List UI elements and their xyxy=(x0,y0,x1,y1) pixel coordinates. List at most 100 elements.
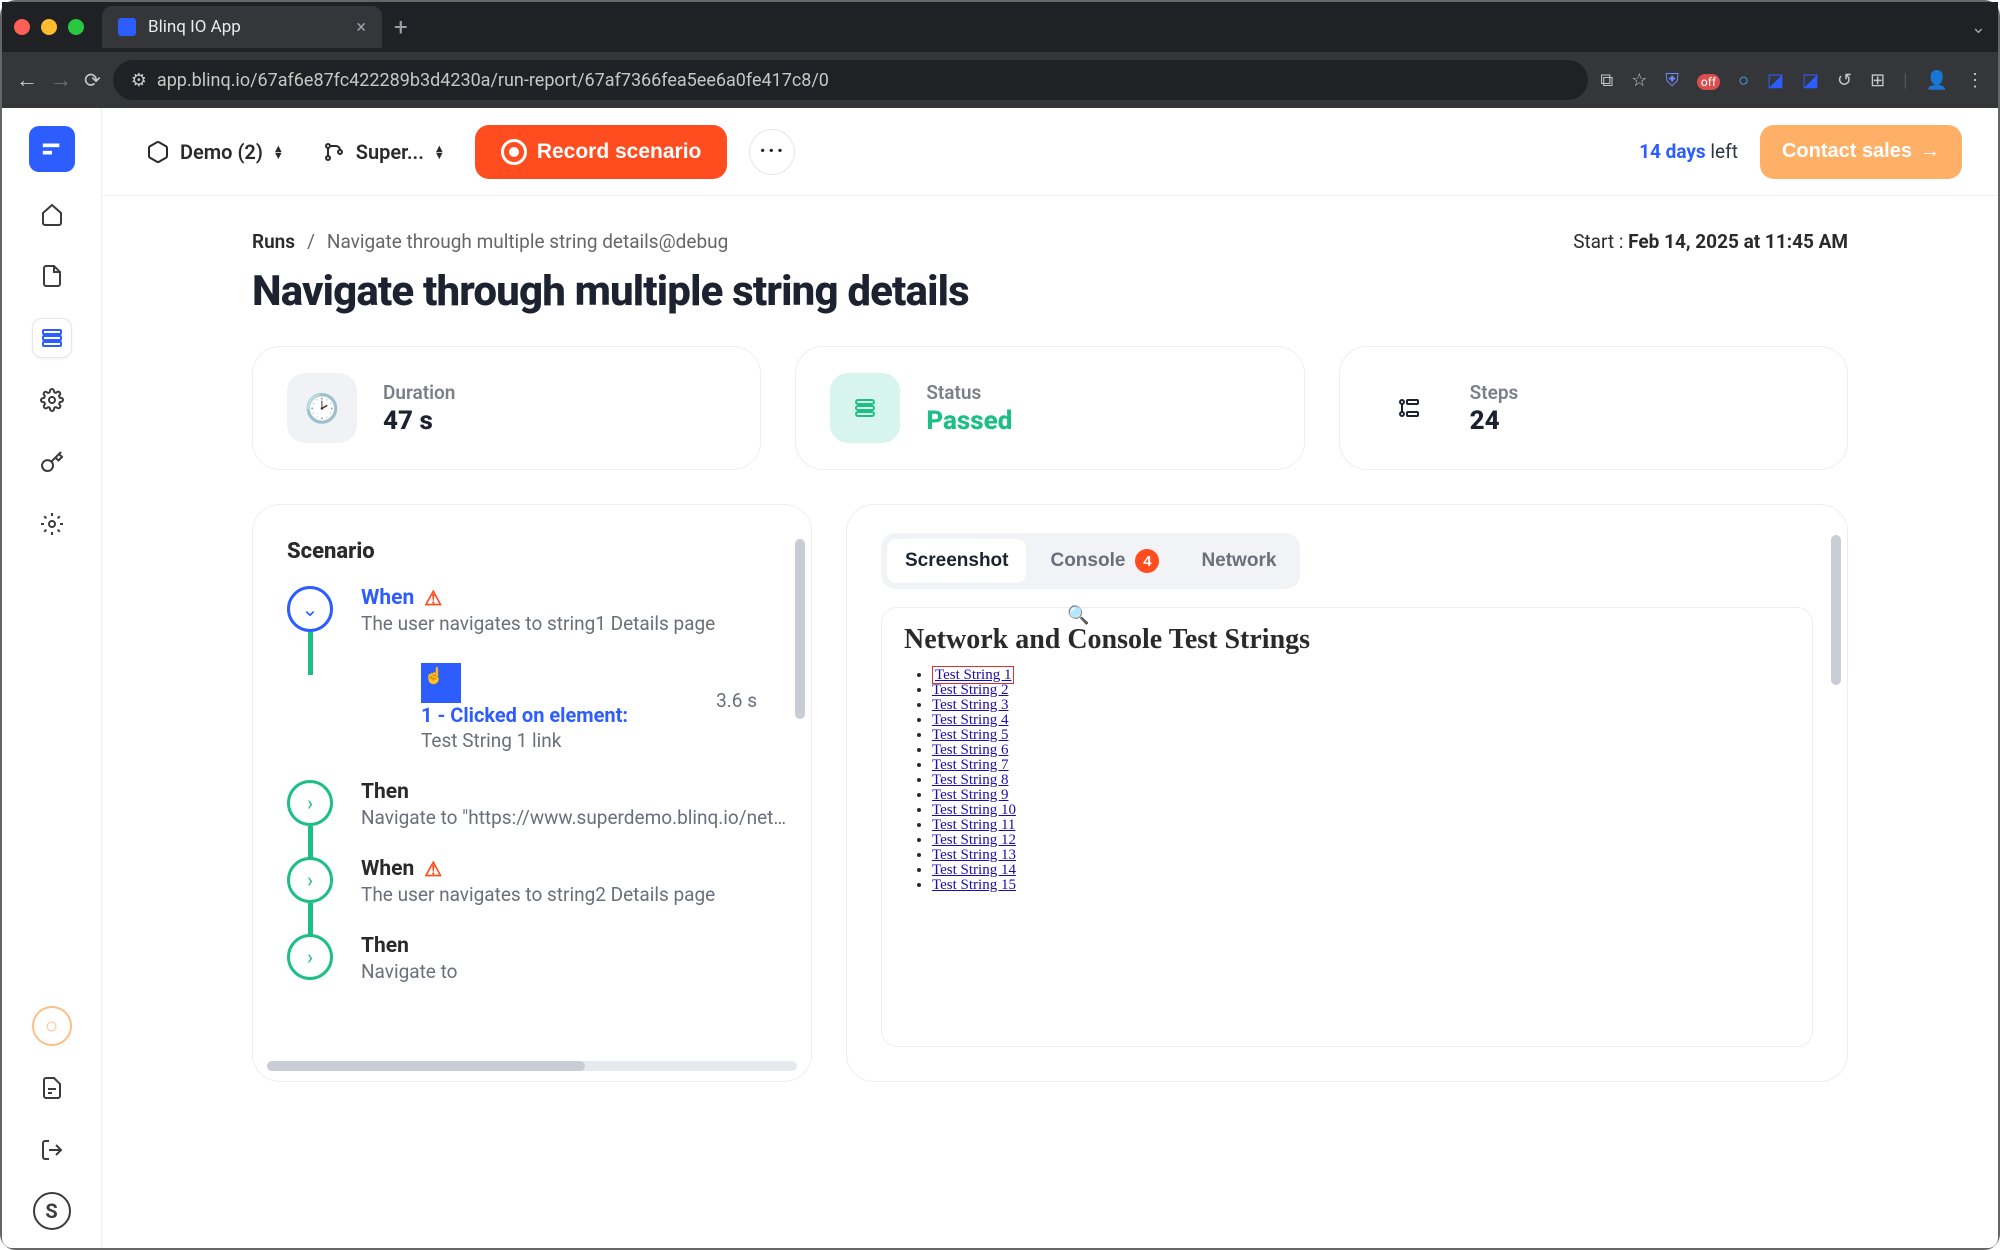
chevron-icon[interactable]: › xyxy=(287,780,333,826)
shot-link: Test String 3 xyxy=(932,697,1008,713)
page-title: Navigate through multiple string details xyxy=(252,267,1848,316)
step-desc: Navigate to "https://www.superdemo.blinq… xyxy=(361,806,797,829)
nav-settings-icon[interactable] xyxy=(32,380,72,420)
shot-link-item: Test String 8 xyxy=(932,773,1790,788)
arrow-right-icon: → xyxy=(1920,140,1940,163)
nav-docs-icon[interactable] xyxy=(32,1068,72,1108)
cube-icon xyxy=(146,140,170,164)
browser-tab[interactable]: Blinq IO App × xyxy=(102,6,382,48)
browser-toolbar: ← → ⟳ ⚙ app.blinq.io/67af6e87fc422289b3d… xyxy=(2,52,1998,108)
step-keyword: Then xyxy=(361,934,409,958)
new-tab-button[interactable]: + xyxy=(394,13,408,41)
scrollbar-vertical[interactable] xyxy=(1831,535,1841,685)
extensions-icon[interactable]: ⊞ xyxy=(1870,70,1885,91)
close-window-icon[interactable] xyxy=(14,19,30,35)
trial-status: 14 days left xyxy=(1639,140,1738,163)
scenario-heading: Scenario xyxy=(287,539,797,564)
shot-link: Test String 7 xyxy=(932,757,1008,773)
reload-button[interactable]: ⟳ xyxy=(84,68,101,92)
project-dropdown[interactable]: Demo (2) ▲▼ xyxy=(138,127,292,177)
nav-gear-icon[interactable] xyxy=(32,504,72,544)
shot-link-item: Test String 7 xyxy=(932,758,1790,773)
maximize-window-icon[interactable] xyxy=(68,19,84,35)
menu-icon[interactable]: ⋮ xyxy=(1966,70,1984,91)
step-when-1[interactable]: ⌄ When ⚠ The user navigates to string1 D… xyxy=(287,586,797,635)
card-label: Steps xyxy=(1470,381,1519,404)
bookmark-icon[interactable]: ☆ xyxy=(1631,70,1647,91)
crumb-runs[interactable]: Runs xyxy=(252,230,295,253)
shot-link-item: Test String 4 xyxy=(932,713,1790,728)
action-duration: 3.6 s xyxy=(716,689,757,712)
nav-tests[interactable] xyxy=(32,256,72,296)
tab-screenshot[interactable]: Screenshot xyxy=(887,539,1026,583)
toolbar-right-icons: ⧉ ☆ ⛨ off ○ ◪ ◪ ↺ ⊞ | 👤 ⋮ xyxy=(1600,70,1984,91)
scrollbar-horizontal[interactable] xyxy=(267,1061,797,1071)
warning-icon: ⚠ xyxy=(424,857,442,881)
tab-title: Blinq IO App xyxy=(148,17,241,37)
minimize-window-icon[interactable] xyxy=(41,19,57,35)
forward-button[interactable]: → xyxy=(50,67,72,93)
app-logo[interactable] xyxy=(29,126,75,172)
install-app-icon[interactable]: ⧉ xyxy=(1600,70,1613,91)
step-keyword: When ⚠ xyxy=(361,586,442,610)
nav-logout-icon[interactable] xyxy=(32,1130,72,1170)
flow-icon xyxy=(830,373,900,443)
contact-label: Contact sales xyxy=(1782,140,1912,163)
history-icon[interactable]: ↺ xyxy=(1837,70,1852,91)
zoom-icon[interactable]: 🔍 xyxy=(1067,605,1089,626)
step-then-1[interactable]: › Then Navigate to "https://www.superdem… xyxy=(287,780,797,829)
step-when-2[interactable]: › When ⚠ The user navigates to string2 D… xyxy=(287,857,797,906)
chevron-icon[interactable]: › xyxy=(287,934,333,980)
profile-icon[interactable]: 👤 xyxy=(1926,70,1948,91)
nav-keys-icon[interactable] xyxy=(32,442,72,482)
action-row[interactable]: ☝ 1 - Clicked on element: Test String 1 … xyxy=(287,663,797,752)
expand-icon[interactable]: ⌄ xyxy=(287,586,333,632)
site-info-icon[interactable]: ⚙ xyxy=(131,70,147,91)
shot-link-item: Test String 10 xyxy=(932,803,1790,818)
shot-link: Test String 10 xyxy=(932,802,1016,818)
nav-runs[interactable] xyxy=(32,318,72,358)
tab-overflow-icon[interactable]: ⌄ xyxy=(1971,17,1986,38)
env-dropdown[interactable]: Super... ▲▼ xyxy=(314,127,453,177)
crumb-sep: / xyxy=(307,230,315,253)
shot-link-item: Test String 9 xyxy=(932,788,1790,803)
browser-tabstrip: Blinq IO App × + ⌄ xyxy=(2,2,1998,52)
click-action-icon: ☝ xyxy=(421,663,461,703)
screenshot-panel: Screenshot Console 4 Network 🔍 Network a… xyxy=(846,504,1848,1082)
side-nav: ○ S xyxy=(2,108,102,1248)
action-target: Test String 1 link xyxy=(421,729,797,752)
branch-icon xyxy=(322,140,346,164)
shot-link: Test String 13 xyxy=(932,847,1016,863)
address-bar[interactable]: ⚙ app.blinq.io/67af6e87fc422289b3d4230a/… xyxy=(113,60,1589,100)
record-button[interactable]: Record scenario xyxy=(475,125,728,179)
tab-console[interactable]: Console 4 xyxy=(1032,539,1177,583)
shot-link-item: Test String 12 xyxy=(932,833,1790,848)
nav-home[interactable] xyxy=(32,194,72,234)
step-then-2[interactable]: › Then Navigate to xyxy=(287,934,797,983)
card-steps: Steps 24 xyxy=(1339,346,1848,470)
close-tab-icon[interactable]: × xyxy=(356,17,366,38)
extension-cloud-icon[interactable]: ○ xyxy=(1738,70,1749,91)
back-button[interactable]: ← xyxy=(16,67,38,93)
more-button[interactable]: ··· xyxy=(749,129,795,175)
shot-link-item: Test String 11 xyxy=(932,818,1790,833)
nav-avatar[interactable]: S xyxy=(33,1192,71,1230)
extension-zm-icon[interactable]: ◪ xyxy=(1767,70,1784,91)
extension-shield-icon[interactable]: ⛨ xyxy=(1665,70,1679,91)
nav-chat-icon[interactable]: ○ xyxy=(32,1006,72,1046)
extension-off-icon[interactable]: off xyxy=(1697,70,1720,91)
lower-grid: Scenario ⌄ When ⚠ The user navigates to xyxy=(252,504,1848,1082)
stat-cards: 🕑 Duration 47 s Status Passed xyxy=(252,346,1848,470)
scenario-panel: Scenario ⌄ When ⚠ The user navigates to xyxy=(252,504,812,1082)
browser-window: Blinq IO App × + ⌄ ← → ⟳ ⚙ app.blinq.io/… xyxy=(0,0,2000,1250)
extension-square-icon[interactable]: ◪ xyxy=(1802,70,1819,91)
warning-icon: ⚠ xyxy=(424,586,442,610)
card-label: Duration xyxy=(383,381,455,404)
card-value: 47 s xyxy=(383,406,455,436)
shot-link-list: Test String 1Test String 2Test String 3T… xyxy=(932,668,1790,893)
chevron-icon[interactable]: › xyxy=(287,857,333,903)
contact-sales-button[interactable]: Contact sales → xyxy=(1760,125,1962,179)
shot-link: Test String 6 xyxy=(932,742,1008,758)
step-desc: Navigate to xyxy=(361,960,797,983)
tab-network[interactable]: Network xyxy=(1183,539,1294,583)
